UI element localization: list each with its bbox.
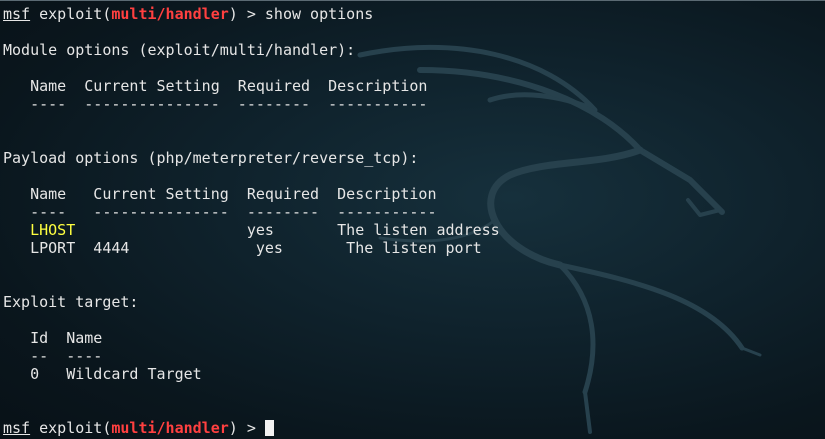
- text-cursor[interactable]: [264, 420, 274, 436]
- module-options-heading: Module options (exploit/multi/handler):: [3, 41, 356, 59]
- terminal-output: msf exploit(multi/handler) > show option…: [3, 5, 500, 437]
- terminal-window[interactable]: msf exploit(multi/handler) > show option…: [0, 0, 825, 439]
- payload-options-columns: Name Current Setting Required Descriptio…: [3, 185, 437, 203]
- payload-options-divider: ---- --------------- -------- ----------…: [3, 203, 437, 221]
- command-text: show options: [264, 5, 374, 23]
- exploit-target-heading: Exploit target:: [3, 293, 139, 311]
- exploit-target-columns: Id Name: [3, 329, 103, 347]
- option-details: 4444 yes The listen port: [75, 239, 482, 257]
- prompt-exploit: exploit(: [30, 5, 112, 23]
- payload-options-heading: Payload options (php/meterpreter/reverse…: [3, 149, 419, 167]
- prompt-exploit: exploit(: [30, 419, 112, 437]
- prompt-module: multi/handler: [111, 5, 229, 23]
- prompt-module: multi/handler: [111, 419, 229, 437]
- module-options-columns: Name Current Setting Required Descriptio…: [3, 77, 428, 95]
- option-name: LHOST: [30, 221, 76, 239]
- prompt-msf: msf: [3, 5, 31, 23]
- module-options-divider: ---- --------------- -------- ----------…: [3, 95, 428, 113]
- input-prompt-line[interactable]: msf exploit(multi/handler) >: [3, 419, 500, 437]
- option-name: LPORT: [30, 239, 76, 257]
- exploit-target-row: 0 Wildcard Target: [3, 365, 202, 383]
- prompt-msf: msf: [3, 419, 31, 437]
- prompt-close: ) >: [228, 5, 265, 23]
- command-line: msf exploit(multi/handler) > show option…: [3, 5, 500, 23]
- prompt-close: ) >: [228, 419, 265, 437]
- option-details: yes The listen address: [75, 221, 500, 239]
- row-indent: [3, 221, 30, 239]
- payload-option-row: LHOST yes The listen address: [3, 221, 500, 239]
- payload-option-row: LPORT 4444 yes The listen port: [3, 239, 500, 257]
- row-indent: [3, 239, 30, 257]
- exploit-target-divider: -- ----: [3, 347, 103, 365]
